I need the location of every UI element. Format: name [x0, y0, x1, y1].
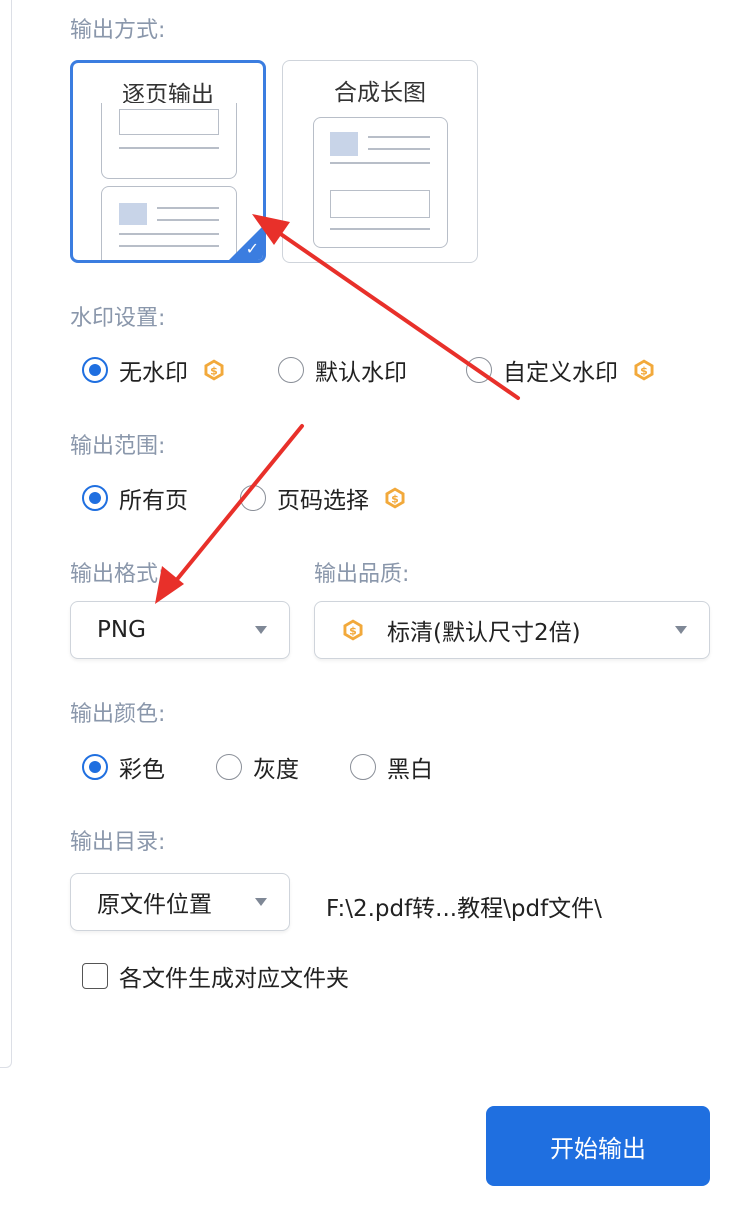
radio-default-watermark[interactable]: 默认水印	[278, 355, 407, 386]
radio-label: 彩色	[119, 757, 165, 783]
format-select-value: PNG	[97, 617, 146, 643]
output-mode-label: 输出方式:	[70, 18, 166, 43]
long-image-thumbnail	[313, 117, 448, 248]
directory-select[interactable]: 原文件位置	[70, 873, 290, 931]
range-label: 输出范围:	[70, 434, 166, 459]
radio-label: 黑白	[387, 757, 433, 783]
checkbox[interactable]	[82, 963, 108, 989]
vip-coin-icon: $	[341, 618, 365, 642]
start-output-button[interactable]: 开始输出	[486, 1106, 710, 1186]
radio-custom-watermark[interactable]: 自定义水印 $	[466, 355, 656, 386]
radio-button[interactable]	[240, 485, 266, 511]
left-panel-border	[0, 0, 12, 1068]
radio-grayscale[interactable]: 灰度	[216, 752, 299, 783]
svg-text:$: $	[391, 492, 399, 505]
radio-button[interactable]	[216, 754, 242, 780]
format-label: 输出格式:	[70, 562, 166, 587]
radio-label: 页码选择	[277, 488, 369, 514]
radio-button[interactable]	[82, 357, 108, 383]
format-select[interactable]: PNG	[70, 601, 290, 659]
radio-label: 无水印	[119, 360, 188, 386]
svg-text:$: $	[349, 624, 357, 637]
caret-down-icon	[255, 898, 267, 906]
radio-color[interactable]: 彩色	[82, 752, 165, 783]
caret-down-icon	[255, 626, 267, 634]
output-path: F:\2.pdf转...教程\pdf文件\	[326, 896, 602, 922]
directory-select-value: 原文件位置	[97, 892, 212, 918]
quality-select-value: 标清(默认尺寸2倍)	[387, 620, 581, 646]
vip-coin-icon: $	[383, 486, 407, 510]
quality-label: 输出品质:	[314, 562, 410, 587]
radio-label: 所有页	[119, 488, 188, 514]
radio-no-watermark[interactable]: 无水印 $	[82, 355, 226, 386]
watermark-label: 水印设置:	[70, 306, 166, 331]
vip-coin-icon: $	[632, 358, 656, 382]
quality-select[interactable]: $ 标清(默认尺寸2倍)	[314, 601, 710, 659]
folder-per-file-option[interactable]: 各文件生成对应文件夹	[82, 959, 349, 993]
checkbox-label: 各文件生成对应文件夹	[119, 966, 349, 992]
radio-button[interactable]	[350, 754, 376, 780]
mode-card-long-image[interactable]: 合成长图	[282, 60, 478, 263]
checkmark-icon: ✓	[245, 239, 259, 258]
svg-text:$: $	[210, 364, 218, 377]
radio-button[interactable]	[82, 485, 108, 511]
radio-label: 灰度	[253, 757, 299, 783]
vip-coin-icon: $	[202, 358, 226, 382]
directory-label: 输出目录:	[70, 830, 166, 855]
radio-label: 自定义水印	[503, 360, 618, 386]
radio-page-select[interactable]: 页码选择 $	[240, 483, 407, 514]
radio-all-pages[interactable]: 所有页	[82, 483, 188, 514]
mode-card-per-page[interactable]: 逐页输出 ✓	[70, 60, 266, 263]
radio-black-white[interactable]: 黑白	[350, 752, 433, 783]
color-label: 输出颜色:	[70, 702, 166, 727]
svg-text:$: $	[640, 364, 648, 377]
mode-card-title: 合成长图	[334, 80, 426, 106]
caret-down-icon	[675, 626, 687, 634]
radio-label: 默认水印	[315, 360, 407, 386]
radio-button[interactable]	[278, 357, 304, 383]
radio-button[interactable]	[82, 754, 108, 780]
radio-button[interactable]	[466, 357, 492, 383]
